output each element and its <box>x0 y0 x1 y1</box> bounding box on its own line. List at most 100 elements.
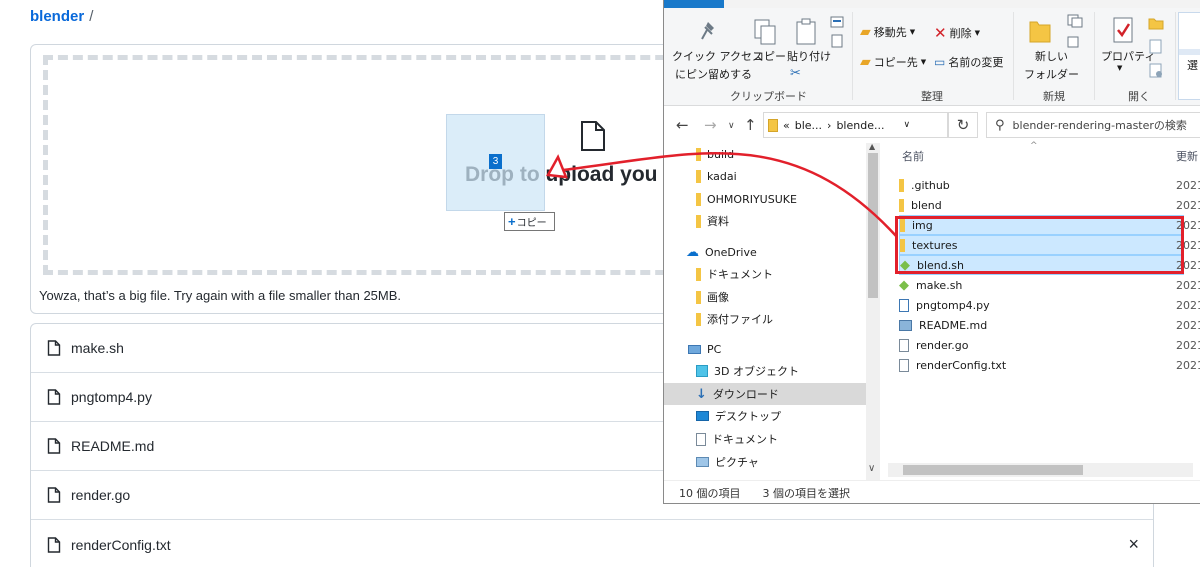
recent-locations-button[interactable]: ∨ <box>728 121 735 131</box>
select-group[interactable]: 選 <box>1178 12 1200 100</box>
nav-item-downloads[interactable]: ↓ ダウンロード <box>664 383 866 405</box>
nav-item-documents-od[interactable]: ドキュメント <box>696 263 773 285</box>
column-header-name[interactable]: 名前 <box>902 148 924 164</box>
nav-label: デスクトップ <box>715 410 781 423</box>
nav-label: ピクチャ <box>715 456 759 469</box>
copy-to-icon: ▰ <box>860 54 871 70</box>
scroll-up-icon[interactable]: ▲ <box>869 142 875 151</box>
delete-button[interactable]: ✕ 削除 ▼ <box>934 24 980 42</box>
nav-item-images-od[interactable]: 画像 <box>696 286 729 308</box>
file-name: .github <box>911 178 950 192</box>
crumb-overflow[interactable]: « <box>783 119 790 132</box>
status-bar: 10 個の項目 3 個の項目を選択 <box>664 480 1200 503</box>
move-to-label: 移動先 <box>873 26 907 39</box>
horizontal-scroll-thumb[interactable] <box>903 465 1083 475</box>
file-date: 2021 <box>1176 319 1200 332</box>
file-date: 2021 <box>1176 359 1200 372</box>
file-name: make.sh <box>916 278 963 292</box>
address-bar[interactable]: « ble... › blende... ∨ <box>763 112 948 138</box>
ribbon-divider <box>852 12 853 100</box>
folder-icon <box>899 178 904 192</box>
group-organize: 整理 <box>921 90 943 103</box>
easy-access-icon[interactable] <box>1067 34 1083 48</box>
list-item[interactable]: ◆ make.sh <box>899 275 1184 295</box>
drag-count-badge: 3 <box>489 154 502 169</box>
back-button[interactable]: ← <box>676 116 689 134</box>
folder-icon <box>696 267 701 281</box>
nav-label: 3D オブジェクト <box>714 365 799 378</box>
list-item[interactable]: renderConfig.txt <box>899 355 1184 375</box>
chevron-down-icon[interactable]: ▼ <box>1117 64 1122 72</box>
column-header-date[interactable]: 更新 <box>1176 148 1198 164</box>
copy-button[interactable]: コピー <box>753 48 786 64</box>
new-folder-button[interactable]: 新しい フォルダー <box>1024 48 1079 82</box>
open-icon[interactable] <box>1148 16 1166 30</box>
ribbon-divider <box>1094 12 1095 100</box>
list-item[interactable]: render.go <box>899 335 1184 355</box>
copy-to-button[interactable]: ▰ コピー先 ▼ <box>860 54 926 70</box>
repo-link[interactable]: blender <box>30 8 84 25</box>
remove-file-button[interactable]: × <box>1128 534 1139 555</box>
chevron-down-icon: ▼ <box>974 29 980 37</box>
copy-tooltip-label: コピー <box>516 218 547 229</box>
horizontal-scrollbar[interactable] <box>888 463 1193 477</box>
cut-icon[interactable]: ✂ <box>790 66 801 81</box>
edit-icon[interactable] <box>1148 38 1164 54</box>
crumb-2[interactable]: blende... <box>836 119 884 132</box>
nav-item-build[interactable]: build <box>696 143 734 165</box>
crumb-1[interactable]: ble... <box>795 119 822 132</box>
file-date: 2021 <box>1176 179 1200 192</box>
desktop-icon <box>696 411 709 421</box>
nav-item-pc[interactable]: PC <box>688 338 721 360</box>
copy-path-icon[interactable] <box>830 16 844 28</box>
nav-item-3d-objects[interactable]: 3D オブジェクト <box>696 360 799 382</box>
history-icon[interactable] <box>1148 62 1164 78</box>
delete-label: 削除 <box>949 27 972 40</box>
pin-quick-access-button[interactable]: クイック アクセス にピン留めする <box>672 48 763 82</box>
list-item[interactable]: .github <box>899 175 1184 195</box>
ribbon-divider <box>1013 12 1014 100</box>
up-button[interactable]: ↑ <box>744 116 757 134</box>
rename-button[interactable]: ▭ 名前の変更 <box>934 54 1003 70</box>
list-item[interactable]: pngtomp4.py <box>899 295 1184 315</box>
rename-icon: ▭ <box>934 55 946 69</box>
paste-icon <box>796 18 816 45</box>
paste-button[interactable]: 貼り付け <box>787 48 831 64</box>
chevron-down-icon[interactable]: ∨ <box>903 120 910 130</box>
move-to-button[interactable]: ▰ 移動先 ▼ <box>860 24 915 40</box>
nav-item-documents-pc[interactable]: ドキュメント <box>696 428 778 450</box>
file-icon <box>47 389 61 405</box>
breadcrumb-separator: / <box>89 8 94 25</box>
list-item[interactable]: README.md <box>899 315 1184 335</box>
folder-icon <box>696 169 701 183</box>
nav-item-attachments-od[interactable]: 添付ファイル <box>696 308 773 330</box>
copy-to-label: コピー先 <box>873 56 918 69</box>
copy-icon <box>754 19 776 45</box>
nav-item-onedrive[interactable]: ☁ OneDrive <box>686 241 757 263</box>
nav-item-desktop[interactable]: デスクトップ <box>696 405 781 427</box>
forward-button[interactable]: → <box>704 116 717 134</box>
crumb-separator-icon: › <box>827 118 832 132</box>
nav-item-shiryo[interactable]: 資料 <box>696 210 729 232</box>
paste-shortcut-icon[interactable] <box>830 34 844 48</box>
select-all-strip <box>1179 49 1200 55</box>
file-name: blend <box>911 198 942 212</box>
refresh-button[interactable]: ↻ <box>948 112 978 138</box>
new-item-icon[interactable] <box>1067 14 1083 28</box>
nav-label: ドキュメント <box>707 268 773 281</box>
nav-item-kadai[interactable]: kadai <box>696 165 737 187</box>
nav-item-ohmori[interactable]: OHMORIYUSUKE <box>696 188 797 210</box>
nav-item-pictures-pc[interactable]: ピクチャ <box>696 451 759 473</box>
list-item[interactable]: blend <box>899 195 1184 215</box>
file-date: 2021 <box>1176 299 1200 312</box>
delete-icon: ✕ <box>934 24 947 42</box>
folder-icon <box>696 192 701 206</box>
tab-file[interactable] <box>664 0 724 8</box>
nav-scrollbar[interactable]: ▲ ∨ <box>866 142 880 480</box>
search-input[interactable]: ⚲ blender-rendering-masterの検索 <box>986 112 1200 138</box>
nav-label: build <box>707 147 735 161</box>
nav-scroll-thumb[interactable] <box>868 153 878 298</box>
scroll-down-icon[interactable]: ∨ <box>868 463 875 474</box>
file-name: render.go <box>71 487 131 503</box>
new-folder-icon <box>1029 21 1051 43</box>
